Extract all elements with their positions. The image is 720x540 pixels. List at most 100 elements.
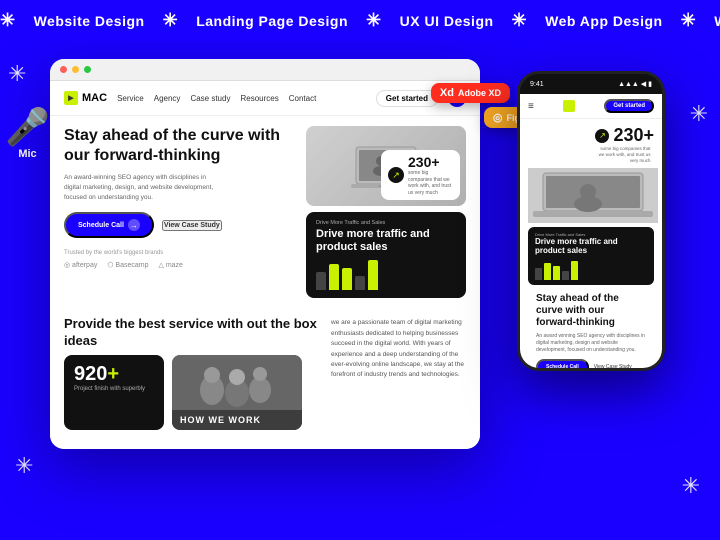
ticker-item-4: Web App Design — [545, 13, 662, 29]
logo-icon: ▶ — [64, 91, 78, 105]
hero-desc: An award-winning SEO agency with discipl… — [64, 173, 224, 202]
phone-time: 9:41 — [530, 81, 544, 88]
bar-item — [368, 260, 378, 290]
close-dot — [60, 66, 67, 73]
adobe-xd-badge: Xd Adobe XD — [431, 83, 510, 103]
how-we-work-label: HOW WE WORK — [180, 415, 294, 425]
phone-stat-number: 230+ — [613, 125, 654, 146]
phone-laptop-image — [528, 168, 654, 223]
phone-nav: ≡ Get started — [520, 94, 662, 119]
browser-content: ▶ MAC Service Agency Case study Resource… — [50, 81, 480, 449]
project-count-card: 920+ Project finish with superbly — [64, 355, 164, 430]
sales-card-label: Drive More Traffic and Sales — [316, 220, 456, 226]
stat-text: some big companies that we work with, an… — [408, 170, 453, 196]
how-overlay: HOW WE WORK — [172, 410, 302, 430]
section2-left: Provide the best service with out the bo… — [64, 316, 319, 430]
mic-area: 🎤 Mic — [0, 83, 55, 183]
phone-get-started-button[interactable]: Get started — [604, 99, 654, 113]
ticker-star-3: ✳ — [366, 10, 382, 31]
phone-bar-item — [571, 261, 578, 280]
phone-laptop-svg — [528, 168, 658, 223]
adobe-icon: Xd — [440, 87, 454, 99]
hero-section: Stay ahead of the curve with our forward… — [50, 116, 480, 308]
stat-number: 230+ — [408, 154, 453, 170]
schedule-call-button[interactable]: Schedule Call → — [64, 212, 154, 238]
bar-item — [316, 272, 326, 290]
ticker-content: ✳ Website Design ✳ Landing Page Design ✳… — [0, 10, 720, 31]
schedule-call-label: Schedule Call — [78, 222, 124, 229]
main-area: ✳ ✳ ✳ ✳ 🎤 Mic ▶ MAC Service Agency Case … — [0, 41, 720, 539]
phone-mockup: 9:41 ▲▲▲ ◀ ▮ ≡ Get started ↗ 230+ some b… — [517, 71, 665, 371]
logo-maze: △ maze — [159, 261, 183, 269]
phone-signal: ▲▲▲ ◀ ▮ — [618, 80, 652, 88]
trusted-label: Trusted by the world's biggest brands — [64, 250, 294, 256]
nav-case[interactable]: Case study — [190, 94, 230, 103]
phone-stat-row: ↗ 230+ some big companies that we work w… — [528, 125, 654, 164]
phone-stat-text: some big companies that we work with, an… — [595, 146, 650, 164]
phone-bar-item — [535, 268, 542, 280]
project-label: Project finish with superbly — [74, 386, 154, 392]
phone-schedule-button[interactable]: Schedule Call — [536, 359, 589, 368]
section2-title: Provide the best service with out the bo… — [64, 316, 319, 349]
minimize-dot — [72, 66, 79, 73]
deco-star-4: ✳ — [682, 473, 700, 499]
phone-sales-card: Drive More Traffic and Sales Drive more … — [528, 227, 654, 285]
mic-icon: 🎤 — [5, 106, 50, 148]
stat-badge: ↗ 230+ some big companies that we work w… — [381, 150, 460, 200]
phone-screen: ≡ Get started ↗ 230+ some big companies … — [520, 94, 662, 368]
sales-card-title: Drive more traffic and product sales — [316, 228, 456, 254]
bar-item — [355, 276, 365, 290]
phone-menu-icon[interactable]: ≡ — [528, 101, 534, 112]
mic-label: Mic — [18, 148, 36, 160]
how-we-work-card: HOW WE WORK — [172, 355, 302, 430]
figma-icon: ◎ — [493, 111, 503, 124]
phone-trend-icon: ↗ — [595, 129, 609, 143]
logo-afterpay: ◎ afterpay — [64, 261, 97, 269]
ticker-item-2: Landing Page Design — [196, 13, 348, 29]
deco-star-2: ✳ — [690, 101, 708, 127]
ticker-item-3: UX UI Design — [400, 13, 494, 29]
project-number: 920+ — [74, 363, 154, 386]
logo-basecamp: ⬡ Basecamp — [107, 261, 148, 269]
ticker-star-4: ✳ — [512, 10, 528, 31]
phone-view-link[interactable]: View Case Study — [594, 364, 632, 368]
ticker-item-5: Website Design — [714, 13, 720, 29]
phone-sales-title: Drive more traffic and product sales — [535, 237, 647, 256]
hero-title: Stay ahead of the curve with our forward… — [64, 126, 294, 166]
bar-chart — [316, 260, 456, 290]
ticker-star-5: ✳ — [681, 10, 697, 31]
nav-agency[interactable]: Agency — [154, 94, 181, 103]
get-started-button[interactable]: Get started — [376, 90, 438, 107]
ticker-star-2: ✳ — [163, 10, 179, 31]
nav-contact[interactable]: Contact — [289, 94, 317, 103]
phone-bar-item — [553, 266, 560, 280]
phone-desc: An award winning SEO agency with discipl… — [528, 333, 654, 354]
logo-text: MAC — [82, 92, 107, 104]
ticker-bar: ✳ Website Design ✳ Landing Page Design ✳… — [0, 0, 720, 41]
browser-bar — [50, 59, 480, 81]
view-case-button[interactable]: View Case Study — [162, 220, 222, 231]
phone-logo-icon — [563, 100, 575, 112]
hero-left: Stay ahead of the curve with our forward… — [64, 126, 294, 298]
nav-resources[interactable]: Resources — [240, 94, 278, 103]
site-nav: ▶ MAC Service Agency Case study Resource… — [50, 81, 480, 116]
browser-mockup: ▶ MAC Service Agency Case study Resource… — [50, 59, 480, 449]
site-logo: ▶ MAC — [64, 91, 107, 105]
arrow-icon: → — [128, 219, 140, 231]
phone-hero: ↗ 230+ some big companies that we work w… — [520, 119, 662, 368]
phone-bar-chart — [535, 260, 647, 280]
hero-buttons: Schedule Call → View Case Study — [64, 212, 294, 238]
phone-bar-item — [544, 263, 551, 280]
section2: Provide the best service with out the bo… — [50, 308, 480, 438]
bar-item — [329, 264, 339, 290]
phone-cta-row: Schedule Call View Case Study — [528, 354, 654, 368]
hero-right: ↗ 230+ some big companies that we work w… — [306, 126, 466, 298]
sales-card: Drive More Traffic and Sales Drive more … — [306, 212, 466, 298]
phone-bar-item — [562, 271, 569, 280]
phone-notch: 9:41 ▲▲▲ ◀ ▮ — [520, 74, 662, 94]
nav-service[interactable]: Service — [117, 94, 144, 103]
trusted-logos: ◎ afterpay ⬡ Basecamp △ maze — [64, 261, 294, 269]
nav-links[interactable]: Service Agency Case study Resources Cont… — [117, 94, 366, 103]
ticker-item-1: Website Design — [34, 13, 145, 29]
adobe-label: Adobe XD — [458, 88, 501, 98]
